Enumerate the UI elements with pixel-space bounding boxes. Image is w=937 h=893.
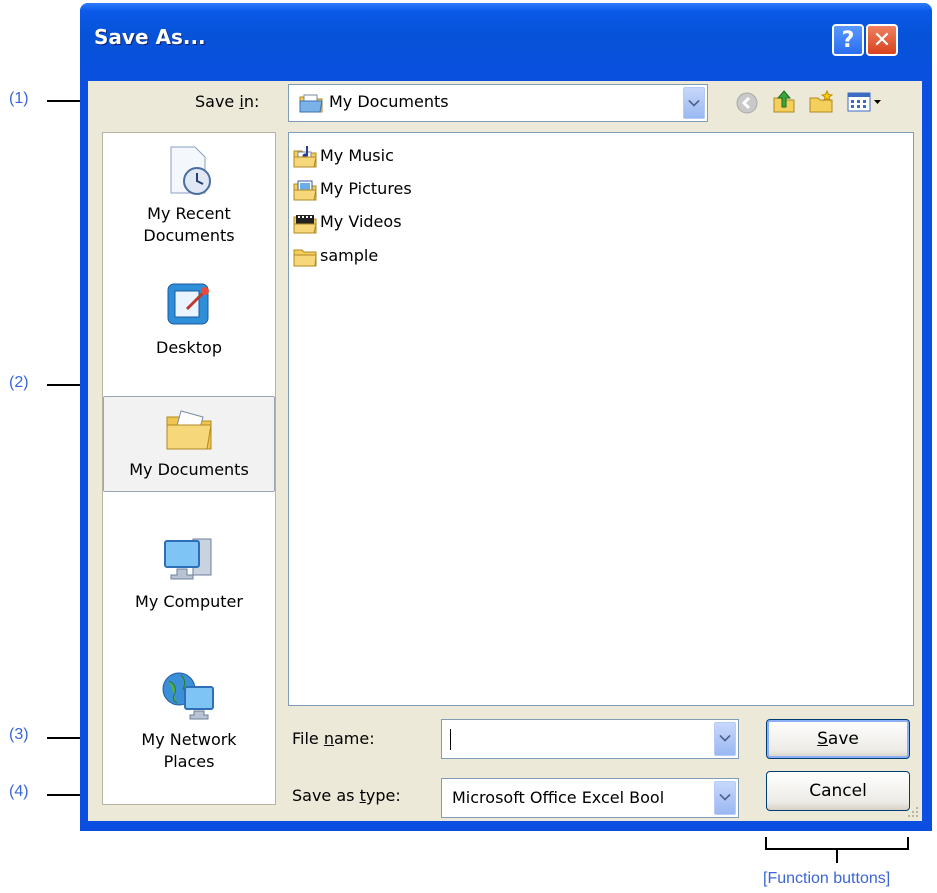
recent-documents-icon (170, 146, 211, 195)
save-as-type-dropdown-arrow[interactable] (714, 781, 736, 815)
list-item-my-music[interactable]: My Music (293, 143, 394, 169)
list-item-my-pictures[interactable]: My Pictures (293, 176, 412, 202)
save-as-dialog: Save As... ? ✕ Save in: My Documents My … (80, 3, 932, 831)
folder-icon (293, 249, 317, 266)
place-my-recent-documents[interactable]: My Recent Documents (103, 145, 275, 247)
file-name-input[interactable] (441, 719, 739, 759)
places-bar: My Recent Documents Desktop My Documents… (102, 132, 276, 805)
save-as-type-label: Save as type: (292, 786, 401, 805)
place-desktop[interactable]: Desktop (103, 279, 275, 359)
callout-3: (3) (9, 726, 29, 743)
back-icon[interactable] (734, 90, 760, 116)
file-name-label: File name: (292, 729, 375, 748)
pictures-folder-icon (293, 180, 317, 200)
place-my-network-places[interactable]: My Network Places (103, 667, 275, 773)
desktop-icon (167, 283, 209, 325)
dialog-client: Save in: My Documents My Recent Document… (88, 81, 922, 821)
up-one-level-icon[interactable] (771, 88, 797, 114)
dialog-title: Save As... (94, 25, 206, 49)
place-my-computer[interactable]: My Computer (103, 533, 275, 613)
file-name-dropdown-arrow[interactable] (714, 722, 736, 756)
function-buttons-bracket (765, 837, 909, 863)
view-menu-icon[interactable] (846, 89, 884, 115)
callout-2: (2) (9, 374, 29, 391)
resize-grip-icon[interactable] (906, 805, 920, 819)
network-places-icon (162, 672, 214, 720)
text-caret (450, 729, 451, 750)
list-item-sample[interactable]: sample (293, 243, 378, 269)
callout-function-buttons: [Function buttons] (763, 870, 891, 887)
place-my-documents[interactable]: My Documents (103, 396, 275, 492)
help-button[interactable]: ? (832, 24, 864, 56)
videos-folder-icon (293, 214, 317, 233)
save-in-label: Save in: (195, 92, 260, 111)
save-in-dropdown[interactable]: My Documents (288, 84, 708, 122)
list-item-my-videos[interactable]: My Videos (293, 209, 402, 235)
my-documents-icon (166, 410, 212, 450)
close-button[interactable]: ✕ (866, 24, 898, 56)
save-as-type-dropdown[interactable]: Microsoft Office Excel Bool (441, 778, 739, 818)
save-in-dropdown-arrow[interactable] (683, 87, 705, 119)
save-in-value: My Documents (329, 92, 449, 111)
cancel-button[interactable]: Cancel (766, 771, 910, 811)
my-documents-small-icon (299, 94, 323, 113)
new-folder-icon[interactable] (808, 89, 834, 115)
callout-1: (1) (9, 90, 29, 107)
file-list[interactable]: My Music My Pictures My Videos sample (288, 132, 914, 706)
callout-4: (4) (9, 783, 29, 800)
title-bar[interactable]: Save As... ? ✕ (80, 3, 932, 83)
save-button[interactable]: Save (766, 719, 910, 759)
music-folder-icon (293, 145, 317, 167)
save-as-type-value: Microsoft Office Excel Bool (452, 788, 665, 807)
my-computer-icon (164, 538, 212, 580)
